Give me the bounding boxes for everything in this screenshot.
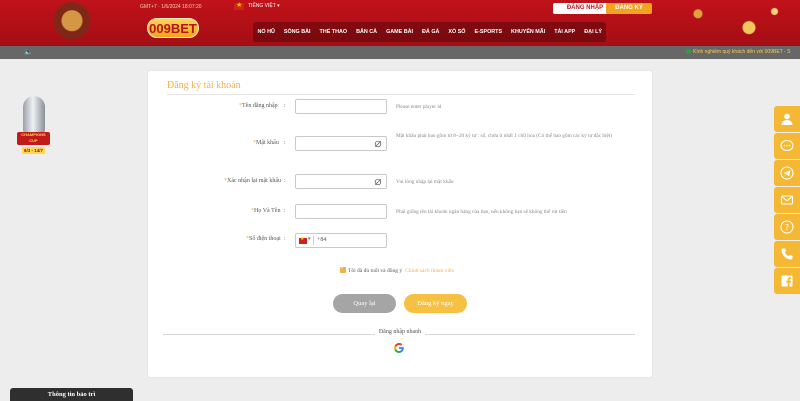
username-hint: Please enter player id <box>396 104 442 110</box>
nav-item-xo-so[interactable]: XỔ SỐ <box>444 22 470 42</box>
fullname-input[interactable] <box>296 210 386 224</box>
telegram-icon <box>780 166 794 180</box>
announcement-dot-icon <box>686 49 691 54</box>
fullname-label-text: Họ Và Tên <box>254 208 281 214</box>
help-icon: ? <box>780 220 794 234</box>
mail-icon <box>780 195 794 205</box>
password-input[interactable] <box>296 142 386 156</box>
facebook-icon <box>781 275 793 287</box>
country-flag-icon[interactable] <box>299 236 307 244</box>
promo-ribbon: CHAMPIONS CUP <box>17 132 50 145</box>
dragon-decoration <box>40 0 120 46</box>
nav-item-tai-app[interactable]: TẢI APP <box>550 22 580 42</box>
speaker-icon: 🔈 <box>24 48 33 56</box>
username-input[interactable] <box>296 105 386 119</box>
promo-date: 6/3 - 14/7 <box>22 147 45 154</box>
mail-button[interactable] <box>774 187 800 213</box>
password-label: *Mật khẩu <box>253 140 279 146</box>
registration-card: Đăng ký tài khoản *Tên đăng nhập : Pleas… <box>148 71 652 377</box>
announcement-text: Kính nghiệm quý khách đến với 009BET - S <box>686 49 790 55</box>
title-divider <box>167 94 635 95</box>
terms-agreement[interactable]: Tôi đã đủ tuổi và đồng ýChính sách thành… <box>340 265 454 274</box>
phone-label: *Số điện thoại <box>246 236 281 242</box>
nav-item-the-thao[interactable]: THỂ THAO <box>315 22 352 42</box>
agree-checkbox[interactable] <box>340 265 346 273</box>
chat-icon <box>780 139 794 152</box>
fullname-label: *Họ Và Tên <box>251 208 281 214</box>
username-label: *Tên đăng nhập <box>239 103 278 109</box>
phone-label-text: Số điện thoại <box>249 236 281 242</box>
eye-slash-icon[interactable] <box>374 178 382 186</box>
language-selector[interactable]: TIẾNG VIỆT ▾ <box>248 3 280 9</box>
confirm-password-field[interactable] <box>295 174 387 194</box>
fullname-hint: Phải giống tên tài khoản ngân hàng của b… <box>396 209 567 215</box>
phone-country-code: +84 <box>317 237 327 243</box>
phone-icon <box>781 248 793 260</box>
username-label-text: Tên đăng nhập <box>242 103 278 109</box>
form-title: Đăng ký tài khoản <box>167 80 241 91</box>
phone-field[interactable]: ▾ +84 <box>295 233 387 248</box>
maintenance-info-tab[interactable]: Thông tin bảo trì <box>10 388 133 401</box>
register-button[interactable]: ĐĂNG KÝ <box>606 3 652 14</box>
nav-item-game-bai[interactable]: GAME BÀI <box>382 22 418 42</box>
trophy-icon <box>23 96 45 134</box>
facebook-button[interactable] <box>774 268 800 294</box>
main-nav: NỔ HŨ SÒNG BÀI THỂ THAO BẮN CÁ GAME BÀI … <box>253 22 607 42</box>
datetime-text: GMT+7 · 1/6/2024 18:07:20 <box>140 4 202 10</box>
trophy-promo-banner[interactable]: CHAMPIONS CUP 6/3 - 14/7 <box>17 96 50 158</box>
nav-item-ban-ca[interactable]: BẮN CÁ <box>352 22 382 42</box>
colon: : <box>284 140 286 146</box>
google-icon[interactable] <box>393 342 405 354</box>
phone-button[interactable] <box>774 241 800 267</box>
nav-item-dai-ly[interactable]: ĐẠI LÝ <box>580 22 607 42</box>
confirm-password-label: *Xác nhận lại mật khẩu <box>224 178 281 184</box>
divider <box>313 236 314 245</box>
announcement-bar: 🔈 Kính nghiệm quý khách đến với 009BET -… <box>0 46 800 59</box>
user-icon <box>781 113 793 125</box>
lantern-decoration <box>630 0 800 46</box>
register-now-button[interactable]: Đăng ký ngay <box>404 294 467 313</box>
colon: : <box>284 208 286 214</box>
help-button[interactable]: ? <box>774 214 800 240</box>
fullname-field[interactable] <box>295 204 387 224</box>
colon: : <box>284 236 286 242</box>
back-button[interactable]: Quay lại <box>333 294 396 313</box>
user-button[interactable] <box>774 106 800 132</box>
quick-login-text: Đăng nhập nhanh <box>374 329 426 335</box>
colon: : <box>284 178 286 184</box>
nav-item-esports[interactable]: E-SPORTS <box>470 22 507 42</box>
nav-item-no-hu[interactable]: NỔ HŨ <box>253 22 279 42</box>
confirm-password-hint: Vui lòng nhập lại mật khẩu <box>396 179 454 185</box>
chat-button[interactable] <box>774 133 800 159</box>
confirm-password-input[interactable] <box>296 180 386 194</box>
password-hint: Mật khẩu phải bao gồm từ 8~20 ký tự : số… <box>396 133 613 139</box>
password-label-text: Mật khẩu <box>256 140 279 146</box>
username-field[interactable] <box>295 99 387 119</box>
chevron-down-icon[interactable]: ▾ <box>308 236 311 242</box>
confirm-password-label-text: Xác nhận lại mật khẩu <box>227 178 281 184</box>
agree-text: Tôi đã đủ tuổi và đồng ý <box>348 268 403 274</box>
vietnam-flag-icon[interactable] <box>234 1 244 10</box>
eye-slash-icon[interactable] <box>374 140 382 148</box>
nav-item-da-ga[interactable]: ĐÁ GÀ <box>418 22 444 42</box>
telegram-button[interactable] <box>774 160 800 186</box>
announcement-message: Kính nghiệm quý khách đến với 009BET - S <box>693 49 791 55</box>
colon: : <box>284 103 286 109</box>
password-field[interactable] <box>295 136 387 156</box>
quick-login-label: Đăng nhập nhanh <box>148 329 652 335</box>
site-logo[interactable]: 009BET <box>147 18 199 38</box>
nav-item-khuyen-mai[interactable]: KHUYẾN MÃI <box>507 22 550 42</box>
top-header: GMT+7 · 1/6/2024 18:07:20 TIẾNG VIỆT ▾ 0… <box>0 0 800 46</box>
svg-text:?: ? <box>785 223 789 232</box>
nav-item-song-bai[interactable]: SÒNG BÀI <box>279 22 315 42</box>
member-policy-link[interactable]: Chính sách thành viên <box>405 268 454 274</box>
